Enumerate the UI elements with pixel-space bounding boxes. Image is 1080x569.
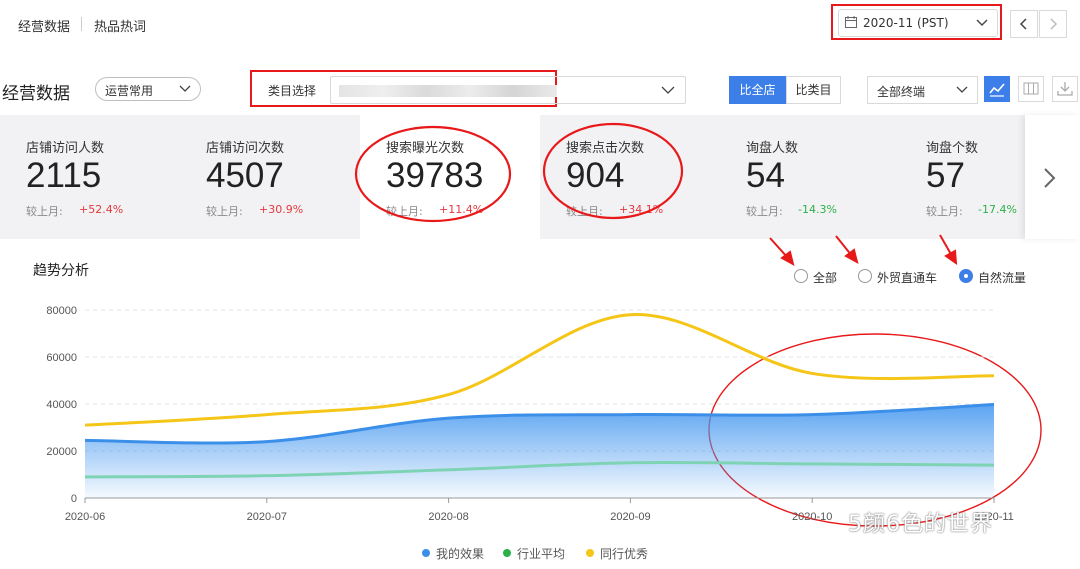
y-tick-label: 0 (71, 493, 77, 505)
y-tick-label: 20000 (46, 446, 77, 458)
x-tick-label: 2020-07 (247, 511, 287, 523)
legend-dot (586, 549, 594, 557)
series-line-2 (84, 313, 995, 427)
legend-label: 我的效果 (436, 547, 485, 561)
annotation-circle-clicks (542, 122, 684, 220)
y-tick-label: 40000 (46, 399, 77, 411)
y-tick-label: 60000 (46, 352, 77, 364)
annotation-arrows (769, 234, 958, 266)
legend-dot (422, 549, 430, 557)
x-tick-label: 2020-08 (428, 511, 468, 523)
annotation-circle-exposure (354, 125, 512, 223)
x-tick-label: 2020-09 (610, 511, 650, 523)
legend-label: 同行优秀 (600, 547, 649, 561)
radio-circle (858, 269, 872, 283)
radio-label: 自然流量 (978, 271, 1027, 285)
radio-circle-selected (959, 269, 973, 283)
watermark: 5颜6色的世界 (848, 512, 993, 537)
legend-label: 行业平均 (517, 547, 566, 561)
radio-label: 全部 (813, 271, 838, 285)
legend-dot (503, 549, 511, 557)
trend-title: 趋势分析 (33, 263, 89, 279)
radio-circle (794, 269, 808, 283)
y-tick-label: 80000 (46, 305, 77, 317)
x-tick-label: 2020-06 (65, 511, 105, 523)
x-tick-label: 2020-10 (792, 511, 832, 523)
radio-label: 外贸直通车 (877, 271, 938, 285)
